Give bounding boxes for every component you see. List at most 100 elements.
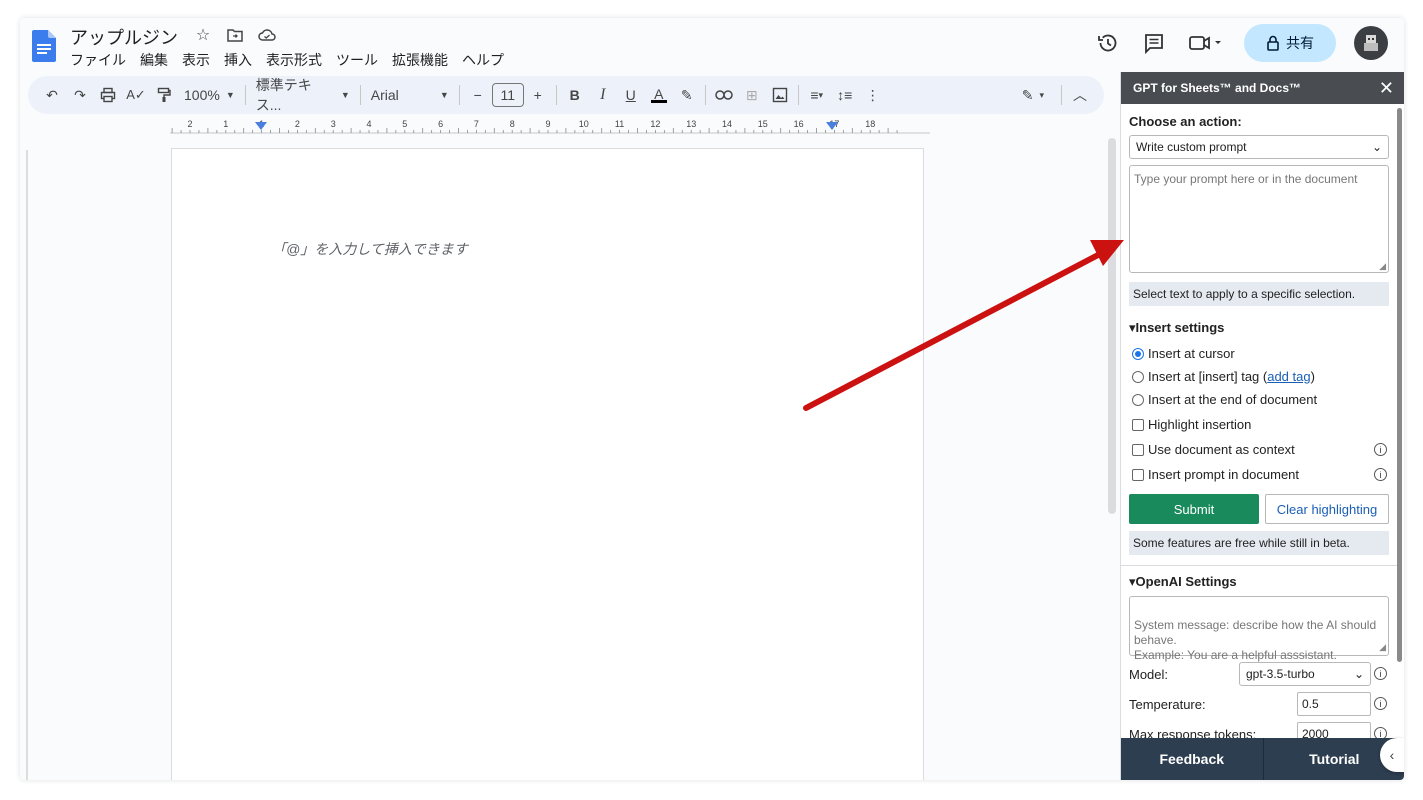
temperature-row: Temperature: 0.5 i [1129,690,1389,718]
text-color-icon[interactable]: A [645,81,673,109]
menu-view[interactable]: 表示 [182,50,210,70]
document-title[interactable]: アップルジン [70,24,178,50]
version-history-icon[interactable] [1094,29,1122,57]
insert-link-icon[interactable] [710,81,738,109]
menu-format[interactable]: 表示形式 [266,50,322,70]
decrease-font-size-icon[interactable]: − [464,81,492,109]
lock-icon [1267,35,1279,51]
radio-selected-icon[interactable] [1132,347,1144,360]
paragraph-style-select[interactable]: 標準テキス... ▼ [250,75,356,115]
menu-extensions[interactable]: 拡張機能 [392,50,448,70]
toolbar-divider [244,85,246,105]
max-tokens-input[interactable]: 2000 [1297,722,1371,738]
align-icon[interactable]: ≡ ▾ [803,81,831,109]
font-size-input[interactable]: 11 [491,83,524,107]
underline-icon[interactable]: U [617,81,645,109]
info-icon[interactable]: i [1374,468,1387,481]
system-message-placeholder: System message: describe how the AI shou… [1134,618,1377,662]
user-avatar[interactable] [1354,26,1388,60]
editing-mode-icon[interactable]: ✎ ▾ [1019,81,1047,109]
menu-insert[interactable]: 挿入 [224,50,252,70]
checkbox-icon[interactable] [1132,418,1144,431]
checkbox-icon[interactable] [1132,468,1144,481]
radio-icon[interactable] [1132,393,1144,406]
add-tag-link[interactable]: add tag [1267,369,1310,384]
share-button[interactable]: 共有 [1244,24,1336,62]
menu-edit[interactable]: 編集 [140,50,168,70]
cloud-saved-icon[interactable] [256,24,278,46]
ruler-number: 13 [686,119,696,129]
openai-settings-toggle[interactable]: ▾OpenAI Settings [1129,574,1389,590]
google-docs-logo-icon[interactable] [32,30,56,62]
vertical-ruler[interactable] [20,150,28,780]
insert-at-cursor-option[interactable]: Insert at cursor [1129,342,1389,365]
info-icon[interactable]: i [1374,443,1387,456]
info-icon[interactable]: i [1374,667,1387,680]
ruler-number: 1 [223,119,228,129]
ruler-number: 3 [331,119,336,129]
resize-handle-icon[interactable]: ◢ [1379,640,1386,655]
meet-video-icon[interactable] [1186,29,1226,57]
increase-font-size-icon[interactable]: + [524,81,552,109]
comments-icon[interactable] [1140,29,1168,57]
more-options-icon[interactable]: ⋮ [859,81,887,109]
document-page[interactable]: 「@」を入力して挿入できます [171,148,924,780]
submit-button[interactable]: Submit [1129,494,1259,524]
chevron-down-icon: ⌄ [1353,667,1364,681]
style-value: 標準テキス... [255,77,312,113]
spellcheck-icon[interactable]: A✓ [122,81,150,109]
zoom-select[interactable]: 100% ▼ [178,87,241,103]
document-scrollbar[interactable] [1108,138,1116,514]
insert-at-tag-option[interactable]: Insert at [insert] tag (add tag) [1129,365,1389,388]
resize-handle-icon[interactable]: ◢ [1379,261,1386,272]
info-icon[interactable]: i [1374,697,1387,710]
insert-image-icon[interactable] [766,81,794,109]
hide-menus-icon[interactable]: ︿ [1066,81,1094,109]
insert-settings-toggle[interactable]: ▾Insert settings [1129,320,1389,336]
star-icon[interactable]: ☆ [192,24,214,46]
paint-format-icon[interactable] [150,81,178,109]
gpt-sidebar: GPT for Sheets™ and Docs™ ✕ Choose an ac… [1120,72,1404,780]
dropdown-arrow-icon: ▼ [225,90,235,100]
insert-at-tag-suffix: ) [1310,369,1315,384]
move-folder-icon[interactable] [224,24,246,46]
share-label: 共有 [1286,35,1314,51]
action-select[interactable]: Write custom prompt ⌄ [1129,135,1389,159]
prompt-textarea[interactable]: Type your prompt here or in the document… [1129,165,1389,273]
clear-highlighting-button[interactable]: Clear highlighting [1265,494,1389,524]
highlight-insertion-option[interactable]: Highlight insertion [1129,413,1389,436]
bold-icon[interactable]: B [561,81,589,109]
line-spacing-icon[interactable]: ↕≡ [831,81,859,109]
horizontal-ruler[interactable]: 21123456789101112131415161718 [170,118,930,134]
redo-icon[interactable]: ↷ [66,81,94,109]
ruler-number: 6 [438,119,443,129]
temperature-input[interactable]: 0.5 [1297,692,1371,716]
section-divider [1121,565,1397,566]
feedback-button[interactable]: Feedback [1121,738,1263,780]
close-icon[interactable]: ✕ [1379,78,1394,99]
model-select[interactable]: gpt-3.5-turbo ⌄ [1239,662,1371,686]
action-select-value: Write custom prompt [1136,140,1247,154]
use-context-option[interactable]: Use document as context i [1129,438,1389,461]
toolbar-divider [458,85,460,105]
insert-prompt-option[interactable]: Insert prompt in document i [1129,463,1389,486]
system-message-textarea[interactable]: System message: describe how the AI shou… [1129,596,1389,662]
highlight-color-icon[interactable]: ✎ [673,81,701,109]
ruler-number: 2 [187,119,192,129]
insert-at-end-option[interactable]: Insert at the end of document [1129,388,1389,411]
menu-help[interactable]: ヘルプ [462,50,504,70]
menu-tools[interactable]: ツール [336,50,378,70]
left-indent-marker[interactable] [255,122,267,130]
add-comment-icon[interactable]: ⊞ [738,81,766,109]
toolbar-divider [1061,85,1062,105]
radio-icon[interactable] [1132,370,1144,383]
checkbox-icon[interactable] [1132,443,1144,456]
font-select[interactable]: Arial ▼ [365,87,455,103]
info-icon[interactable]: i [1374,727,1387,738]
italic-icon[interactable]: I [589,81,617,109]
print-icon[interactable] [94,81,122,109]
sidebar-scrollbar[interactable] [1397,108,1402,662]
menu-file[interactable]: ファイル [70,50,126,70]
toolbar-divider [797,85,799,105]
undo-icon[interactable]: ↶ [38,81,66,109]
